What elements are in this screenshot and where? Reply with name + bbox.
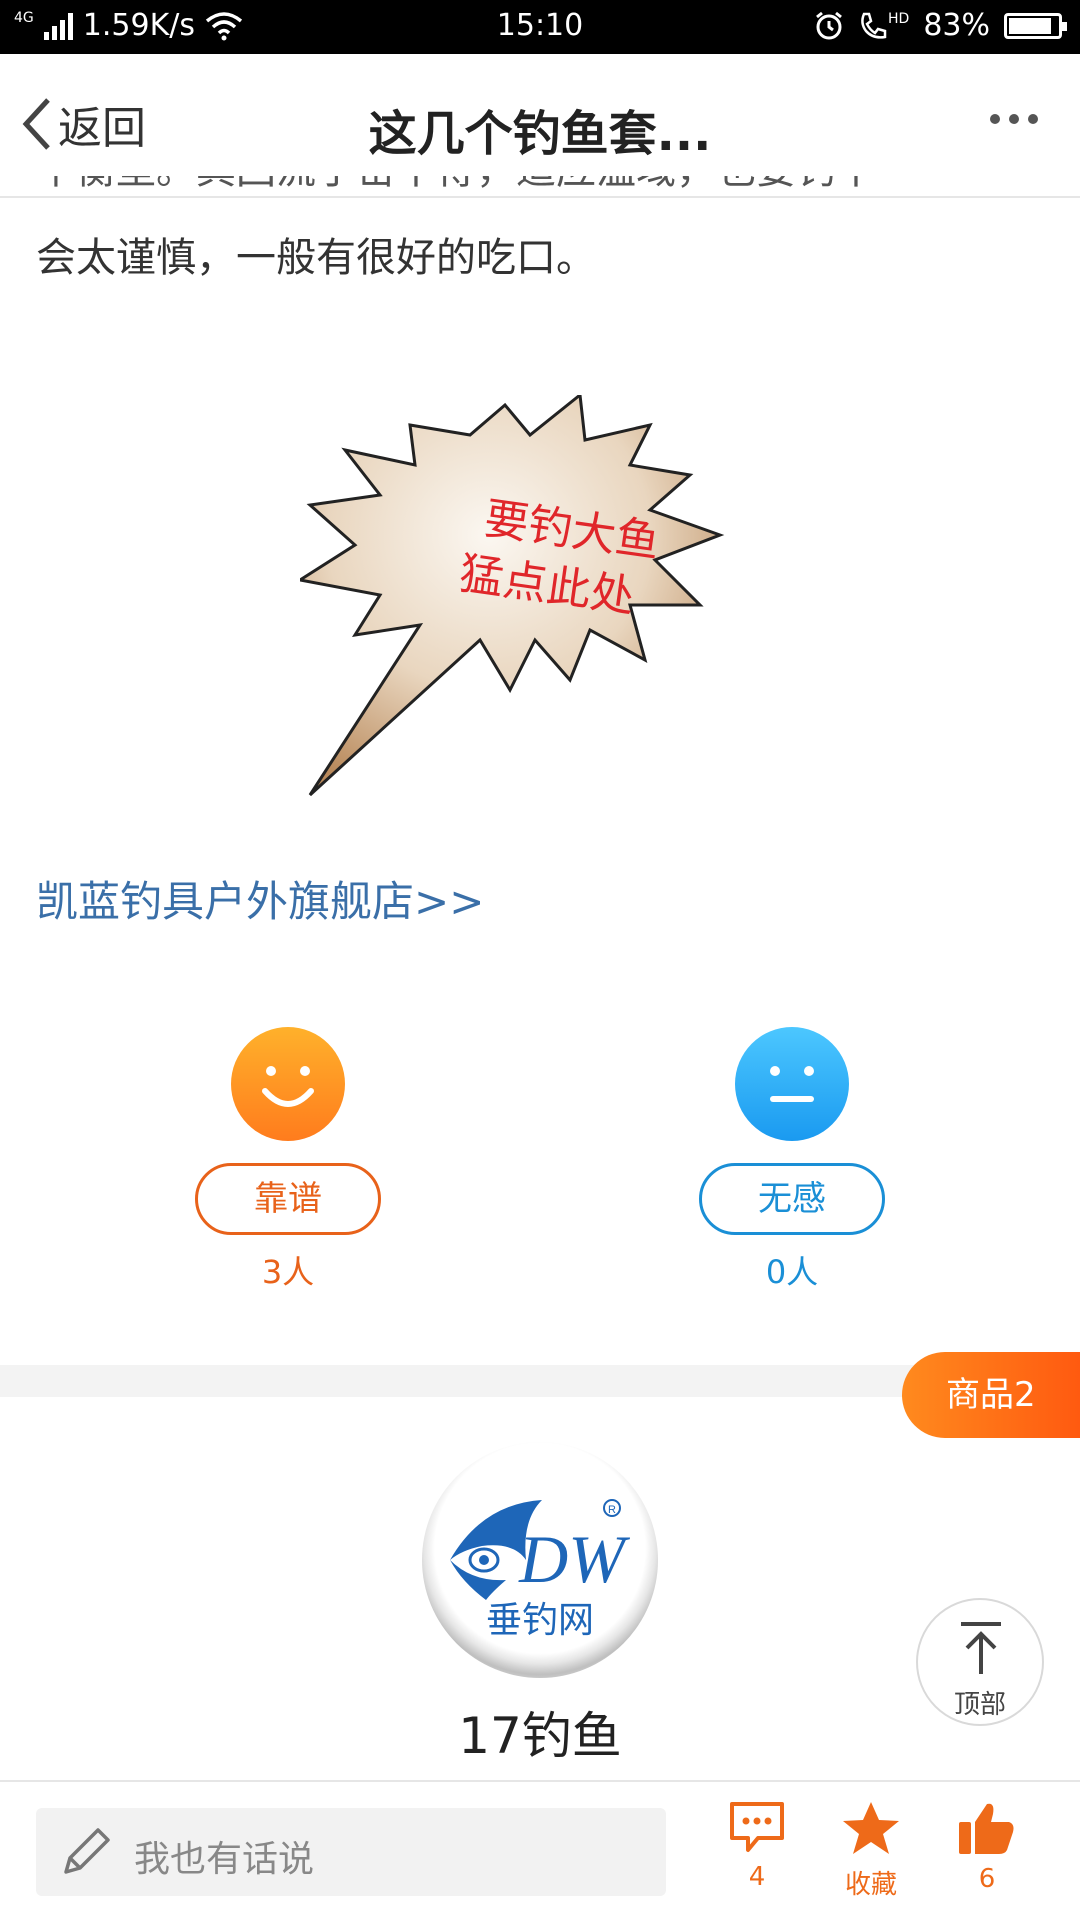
vote-neutral: 无感 0人	[692, 1027, 892, 1293]
comments-button[interactable]: 4	[712, 1800, 802, 1892]
battery-percent: 83%	[923, 8, 990, 43]
vote-indifferent-button[interactable]: 无感	[699, 1163, 885, 1235]
bottom-bar: 我也有话说 4 收藏 6	[0, 1780, 1080, 1920]
comment-input[interactable]: 我也有话说	[36, 1808, 666, 1896]
fish-logo-icon: DW R 垂钓网	[450, 1499, 630, 1640]
battery-icon	[1004, 12, 1067, 39]
back-button[interactable]: 返回	[18, 92, 146, 156]
hd-label: HD	[888, 10, 910, 27]
comment-count: 4	[748, 1862, 766, 1892]
goods-badge-button[interactable]: 商品2	[902, 1352, 1080, 1438]
back-label: 返回	[58, 103, 146, 154]
more-dot-icon	[1028, 114, 1038, 124]
page-title: 这几个钓鱼套...	[368, 106, 712, 162]
more-dot-icon	[1009, 114, 1019, 124]
comment-bubble-icon	[730, 1802, 784, 1852]
svg-text:R: R	[608, 1504, 616, 1516]
neutral-face-icon	[735, 1027, 849, 1141]
phone-icon	[861, 12, 887, 39]
more-dot-icon	[990, 114, 1000, 124]
vote-indifferent-count: 0人	[765, 1253, 819, 1291]
smile-face-icon	[231, 1027, 345, 1141]
like-button[interactable]: 6	[942, 1800, 1032, 1894]
favorite-label: 收藏	[844, 1870, 897, 1900]
hd-call-indicator: HD	[858, 11, 909, 41]
star-icon	[843, 1802, 899, 1854]
arrow-up-icon	[961, 1622, 1001, 1674]
vote-positive: 靠谱 3人	[188, 1027, 388, 1293]
status-bar: 4G 1.59K/s 15:10 HD 83%	[0, 0, 1080, 54]
alarm-icon	[816, 11, 842, 39]
comment-placeholder: 我也有话说	[134, 1839, 315, 1880]
more-menu-button[interactable]	[990, 114, 1038, 124]
pencil-icon	[64, 1828, 110, 1874]
article-text-partial: 平衡型。其回流于密不得，适应温域，也要钓不	[36, 176, 1036, 200]
thumbs-up-icon	[959, 1803, 1014, 1854]
shop-logo[interactable]: DW R 垂钓网	[422, 1442, 658, 1678]
back-to-top-label: 顶部	[953, 1690, 1006, 1720]
vote-reliable-count: 3人	[261, 1253, 315, 1291]
vote-reliable-button[interactable]: 靠谱	[195, 1163, 381, 1235]
status-right: HD 83%	[814, 8, 1067, 43]
logo-text: 垂钓网	[486, 1600, 594, 1640]
logo-letters: DW	[518, 1521, 630, 1597]
article-text: 会太谨慎，一般有很好的吃口。	[36, 235, 596, 281]
favorite-button[interactable]: 收藏	[826, 1800, 916, 1901]
promo-burst-banner[interactable]: 要钓大鱼 猛点此处	[300, 395, 780, 805]
back-to-top-button[interactable]: 顶部	[916, 1598, 1044, 1726]
like-count: 6	[978, 1864, 996, 1894]
shop-link[interactable]: 凯蓝钓具户外旗舰店>>	[36, 868, 484, 929]
chevron-left-icon	[22, 98, 50, 150]
